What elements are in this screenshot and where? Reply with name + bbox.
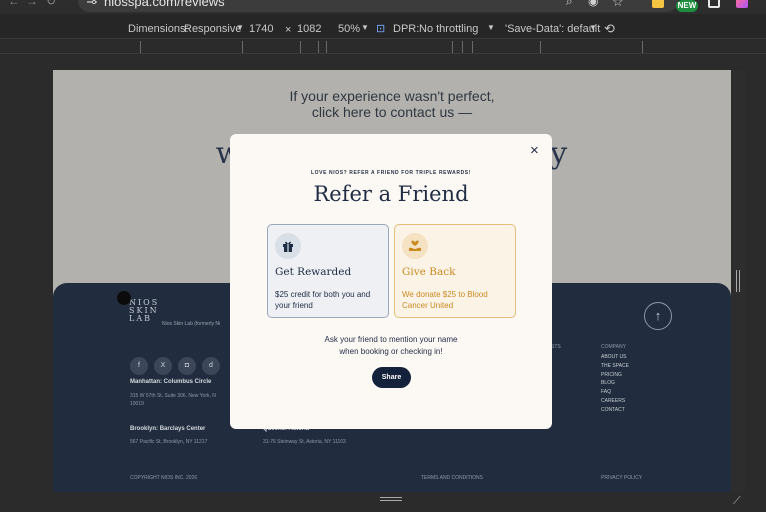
height-input[interactable]: 1082 xyxy=(297,23,321,35)
modal-eyebrow: LOVE NIOS? REFER A FRIEND FOR TRIPLE REW… xyxy=(311,170,471,176)
give-back-card: Give Back We donate $25 to Blood Cancer … xyxy=(394,224,516,318)
location-label: Brooklyn: xyxy=(130,426,159,432)
device-toolbar: Dimensions: Responsive ▼ 1740 × 1082 50%… xyxy=(0,14,766,38)
modal-description: Ask your friend to mention your name whe… xyxy=(230,334,552,358)
ruler-tick xyxy=(452,41,453,53)
forward-icon[interactable]: → xyxy=(26,0,38,8)
card-body: We donate $25 to Blood Cancer United xyxy=(402,290,488,310)
contact-link[interactable]: If your experience wasn't perfect, click… xyxy=(53,88,731,120)
footer-link-faq[interactable]: FAQ xyxy=(601,389,611,395)
get-rewarded-card: Get Rewarded $25 credit for both you and… xyxy=(267,224,389,318)
ruler-tick xyxy=(472,41,473,53)
site-settings-icon[interactable] xyxy=(86,0,98,5)
ruler-tick xyxy=(462,41,463,53)
location-manhattan: Manhattan: Columbus Circle xyxy=(130,379,211,385)
eye-icon[interactable]: ◉ xyxy=(588,0,598,8)
chevron-down-icon[interactable]: ▼ xyxy=(236,23,244,32)
save-data-select[interactable]: 'Save-Data': default xyxy=(505,23,600,35)
back-icon[interactable]: ← xyxy=(8,0,20,8)
resize-handle-right[interactable] xyxy=(736,270,740,292)
ruler-tick xyxy=(300,41,301,53)
contact-line-1: If your experience wasn't perfect, xyxy=(289,88,495,104)
chevron-down-icon[interactable]: ▼ xyxy=(361,23,369,32)
heart-hand-icon xyxy=(402,233,428,259)
card-title: Get Rewarded xyxy=(275,266,352,278)
url-text[interactable]: niosspa.com/reviews xyxy=(104,0,225,9)
emulated-viewport: If your experience wasn't perfect, click… xyxy=(53,70,731,492)
dpr-label: DPR: xyxy=(393,23,420,35)
device-mode-select[interactable]: Responsive xyxy=(184,23,241,35)
copyright: COPYRIGHT NIOS INC. 2026 xyxy=(130,475,198,481)
throttling-select[interactable]: No throttling xyxy=(419,23,478,35)
times-sign: × xyxy=(285,24,292,36)
facebook-icon[interactable]: f xyxy=(130,357,148,375)
share-button[interactable]: Share xyxy=(372,367,411,388)
footer-link-careers[interactable]: CAREERS xyxy=(601,398,625,404)
location-brooklyn: Brooklyn: Barclays Center xyxy=(130,426,205,432)
reload-icon[interactable]: ↻ xyxy=(46,0,56,8)
description-line: Ask your friend to mention your name xyxy=(324,335,458,344)
x-icon[interactable]: X xyxy=(154,357,172,375)
footer-link-about[interactable]: ABOUT US xyxy=(601,354,626,360)
media-query-bar[interactable] xyxy=(0,38,766,54)
privacy-link[interactable]: PRIVACY POLICY xyxy=(601,475,642,481)
ruler-tick xyxy=(140,41,141,53)
scroll-top-button[interactable]: ↑ xyxy=(644,302,672,330)
resize-corner-icon[interactable]: ⟋ xyxy=(733,495,741,508)
resize-handle-bottom[interactable] xyxy=(380,497,402,501)
logo-line: LAB xyxy=(129,314,152,323)
manhattan-address: 315 W 57th St, Suite 306, New York, N xyxy=(130,393,216,399)
rotate-icon[interactable]: ⟲ xyxy=(604,21,615,37)
extension-icon[interactable] xyxy=(708,0,720,8)
new-badge[interactable]: NEW xyxy=(676,0,698,12)
ruler-tick xyxy=(318,41,319,53)
gift-icon xyxy=(275,233,301,259)
card-title: Give Back xyxy=(402,266,456,278)
queens-address: 31-76 Steinway St, Astoria, NY 11103 xyxy=(263,439,346,445)
location-place[interactable]: Barclays Center xyxy=(160,426,206,432)
footer-link-contact[interactable]: CONTACT xyxy=(601,407,625,413)
footer-link-blog[interactable]: BLOG xyxy=(601,380,615,386)
dpr-icon[interactable]: ⊡ xyxy=(376,22,385,35)
card-body: $25 credit for both you and your friend xyxy=(275,290,371,310)
dimensions-label: Dimensions: xyxy=(128,23,189,35)
extension-icon[interactable] xyxy=(652,0,664,8)
footer-link-pricing[interactable]: PRICING xyxy=(601,372,622,378)
chevron-down-icon[interactable]: ▼ xyxy=(487,23,495,32)
cursor-dot xyxy=(117,291,131,305)
ruler-tick xyxy=(642,41,643,53)
contact-line-2: click here to contact us — xyxy=(311,104,473,120)
manhattan-zip: 10019 xyxy=(130,401,144,407)
location-place[interactable]: Columbus Circle xyxy=(164,379,212,385)
column-heading: STS xyxy=(551,344,561,350)
chevron-down-icon[interactable]: ▼ xyxy=(589,23,597,32)
company-heading: COMPANY xyxy=(601,344,626,350)
instagram-icon[interactable]: ◘ xyxy=(178,357,196,375)
ruler-tick xyxy=(540,41,541,53)
description-line: when booking or checking in! xyxy=(339,347,443,356)
refer-friend-modal: × LOVE NIOS? REFER A FRIEND FOR TRIPLE R… xyxy=(230,134,552,429)
bookmark-star-icon[interactable]: ☆ xyxy=(612,0,624,10)
ruler-tick xyxy=(242,41,243,53)
search-icon[interactable]: ⌕ xyxy=(566,0,573,9)
footer-logo[interactable]: NIOS SKIN LAB xyxy=(129,299,159,323)
profile-icon[interactable] xyxy=(736,0,748,8)
zoom-select[interactable]: 50% xyxy=(338,23,360,35)
terms-link[interactable]: TERMS AND CONDITIONS xyxy=(421,475,483,481)
modal-title: Refer a Friend xyxy=(313,182,469,206)
brooklyn-address: 567 Pacific St, Brooklyn, NY 11217 xyxy=(130,439,208,445)
ruler-tick xyxy=(326,41,327,53)
location-label: Manhattan: xyxy=(130,379,162,385)
tiktok-icon[interactable]: d xyxy=(202,357,220,375)
logo-subtitle: Nios Skin Lab (formerly Ni xyxy=(162,321,221,327)
close-icon[interactable]: × xyxy=(530,142,539,159)
width-input[interactable]: 1740 xyxy=(249,23,273,35)
footer-link-space[interactable]: THE SPACE xyxy=(601,363,629,369)
